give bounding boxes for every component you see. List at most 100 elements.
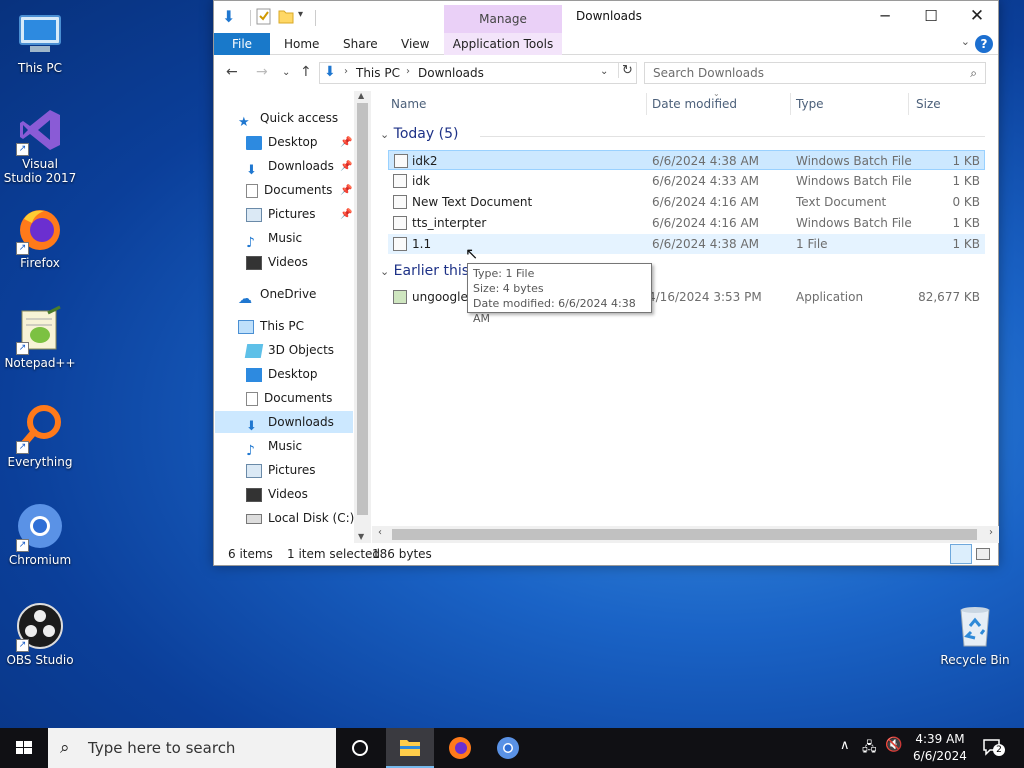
desktop-icon-obs[interactable]: ↗ OBS Studio [0, 602, 80, 667]
drive-icon [246, 513, 262, 524]
recycle-bin-icon [951, 602, 999, 650]
properties-icon[interactable] [256, 7, 272, 28]
tab-view[interactable]: View [401, 33, 429, 55]
file-row[interactable]: tts_interpter 6/6/2024 4:16 AM Windows B… [388, 213, 985, 233]
downloads-arrow-icon: ⬇ [246, 162, 257, 178]
file-row[interactable]: New Text Document 6/6/2024 4:16 AM Text … [388, 192, 985, 212]
minimize-button[interactable]: ─ [862, 1, 908, 32]
expand-ribbon-chevron-icon[interactable]: ⌄ [961, 35, 970, 48]
file-name: tts_interpter [412, 216, 487, 230]
new-folder-icon[interactable] [278, 7, 294, 28]
text-document-icon [393, 195, 407, 209]
chromium-taskbar-button[interactable] [484, 728, 532, 768]
music-note-icon: ♪ [246, 234, 255, 251]
task-view-button[interactable] [336, 728, 384, 768]
desktop-icon-recycle-bin[interactable]: Recycle Bin [935, 602, 1015, 667]
column-separator [790, 93, 791, 115]
horizontal-scrollbar[interactable]: ‹ › [372, 526, 999, 543]
nav-quick-access[interactable]: ★ Quick access [238, 107, 338, 130]
nav-pc-local-disk[interactable]: Local Disk (C:) [246, 507, 354, 529]
breadcrumb-separator-icon: › [406, 66, 410, 77]
nav-pc-music[interactable]: ♪ Music [246, 435, 302, 459]
column-header-date-modified[interactable]: Date modified [652, 97, 737, 111]
address-dropdown-chevron-icon[interactable]: ⌄ [600, 66, 608, 77]
desktop-icon-firefox[interactable]: ↗ Firefox [0, 205, 80, 270]
start-button[interactable] [0, 728, 48, 768]
file-name: 1.1 [412, 237, 432, 251]
forward-arrow-icon[interactable]: → [256, 64, 268, 80]
scroll-left-arrow-icon[interactable]: ‹ [378, 527, 382, 538]
nav-label: Videos [268, 487, 308, 501]
collapse-chevron-icon: ⌄ [380, 128, 390, 141]
refresh-icon[interactable]: ↻ [618, 63, 633, 78]
desktop-icon-label: This PC [18, 61, 62, 75]
customize-qat-icon[interactable]: ▾ [298, 9, 303, 20]
file-explorer-taskbar-button[interactable] [386, 728, 434, 768]
network-icon[interactable]: 🖧 [862, 738, 877, 760]
maximize-button[interactable]: ☐ [908, 1, 954, 32]
shortcut-arrow-icon: ↗ [16, 143, 29, 156]
desktop-icon-this-pc[interactable]: This PC [0, 10, 80, 75]
scroll-right-arrow-icon[interactable]: › [989, 527, 993, 538]
cube-icon [244, 343, 264, 358]
nav-quick-videos[interactable]: Videos [246, 251, 308, 273]
tab-application-tools[interactable]: Application Tools [444, 33, 562, 55]
nav-this-pc[interactable]: This PC [238, 315, 304, 337]
nav-quick-music[interactable]: ♪ Music [246, 227, 302, 251]
nav-pc-desktop[interactable]: Desktop [246, 363, 318, 385]
group-header-today[interactable]: ⌄ Today (5) [380, 126, 458, 142]
nav-quick-documents[interactable]: Documents [246, 179, 332, 201]
back-arrow-icon[interactable]: ← [226, 64, 238, 80]
breadcrumb-downloads[interactable]: Downloads [418, 66, 484, 80]
nav-quick-desktop[interactable]: Desktop [246, 131, 318, 153]
clock-date: 6/6/2024 [913, 749, 967, 763]
file-type: Windows Batch File [796, 174, 912, 188]
large-icons-view-icon[interactable] [976, 548, 990, 560]
column-header-size[interactable]: Size [916, 97, 941, 111]
taskbar-search-box[interactable]: ⌕ Type here to search [48, 728, 336, 768]
nav-pc-documents[interactable]: Documents [246, 387, 332, 409]
nav-pc-3d-objects[interactable]: 3D Objects [244, 339, 334, 361]
show-hidden-icons-chevron-icon[interactable]: ∧ [840, 738, 850, 753]
desktop-icon-chromium[interactable]: ↗ Chromium [0, 502, 80, 567]
taskbar-clock[interactable]: 4:39 AM 6/6/2024 [900, 731, 980, 765]
group-header-earlier[interactable]: ⌄ Earlier this [380, 263, 469, 279]
firefox-taskbar-button[interactable] [436, 728, 484, 768]
file-type: 1 File [796, 237, 828, 251]
documents-icon [246, 391, 258, 406]
file-row[interactable]: idk 6/6/2024 4:33 AM Windows Batch File … [388, 171, 985, 191]
horizontal-scroll-thumb[interactable] [392, 529, 977, 540]
nav-onedrive[interactable]: ☁ OneDrive [238, 283, 316, 307]
action-center-icon[interactable]: 2 [982, 738, 1005, 756]
recent-locations-chevron-icon[interactable]: ⌄ [282, 67, 290, 78]
nav-label: This PC [260, 319, 304, 333]
pictures-icon [246, 207, 262, 222]
search-input[interactable]: Search Downloads ⌕ [644, 62, 986, 84]
help-icon[interactable]: ? [975, 35, 993, 53]
nav-pc-downloads[interactable]: ⬇ Downloads [246, 411, 334, 434]
file-row[interactable]: idk2 6/6/2024 4:38 AM Windows Batch File… [388, 150, 985, 170]
nav-quick-downloads[interactable]: ⬇ Downloads [246, 155, 334, 178]
nav-pc-pictures[interactable]: Pictures [246, 459, 316, 481]
nav-quick-pictures[interactable]: Pictures [246, 203, 316, 225]
nav-scrollbar[interactable]: ▲ ▼ [354, 91, 371, 543]
desktop-icon-notepadpp[interactable]: ↗ Notepad++ [0, 305, 80, 370]
tab-file[interactable]: File [214, 33, 270, 55]
desktop-icon-visual-studio[interactable]: ↗ Visual Studio 2017 [0, 106, 80, 185]
nav-label: Documents [264, 391, 333, 405]
details-view-icon[interactable] [950, 544, 972, 564]
scroll-down-arrow-icon[interactable]: ▼ [358, 532, 364, 541]
status-item-count: 6 items [228, 547, 273, 561]
tab-share[interactable]: Share [343, 33, 378, 55]
address-bar[interactable]: ⬇ › This PC › Downloads ⌄ ↻ [319, 62, 637, 84]
scroll-up-arrow-icon[interactable]: ▲ [358, 91, 364, 100]
breadcrumb-this-pc[interactable]: This PC [356, 66, 400, 80]
nav-pc-videos[interactable]: Videos [246, 483, 308, 505]
desktop-icon-everything[interactable]: ↗ Everything [0, 404, 80, 469]
nav-scroll-thumb[interactable] [357, 103, 368, 515]
column-header-name[interactable]: Name [391, 97, 426, 111]
up-arrow-icon[interactable]: ↑ [300, 64, 312, 80]
close-button[interactable]: ✕ [954, 1, 1000, 32]
column-header-type[interactable]: Type [796, 97, 824, 111]
tab-home[interactable]: Home [284, 33, 319, 55]
